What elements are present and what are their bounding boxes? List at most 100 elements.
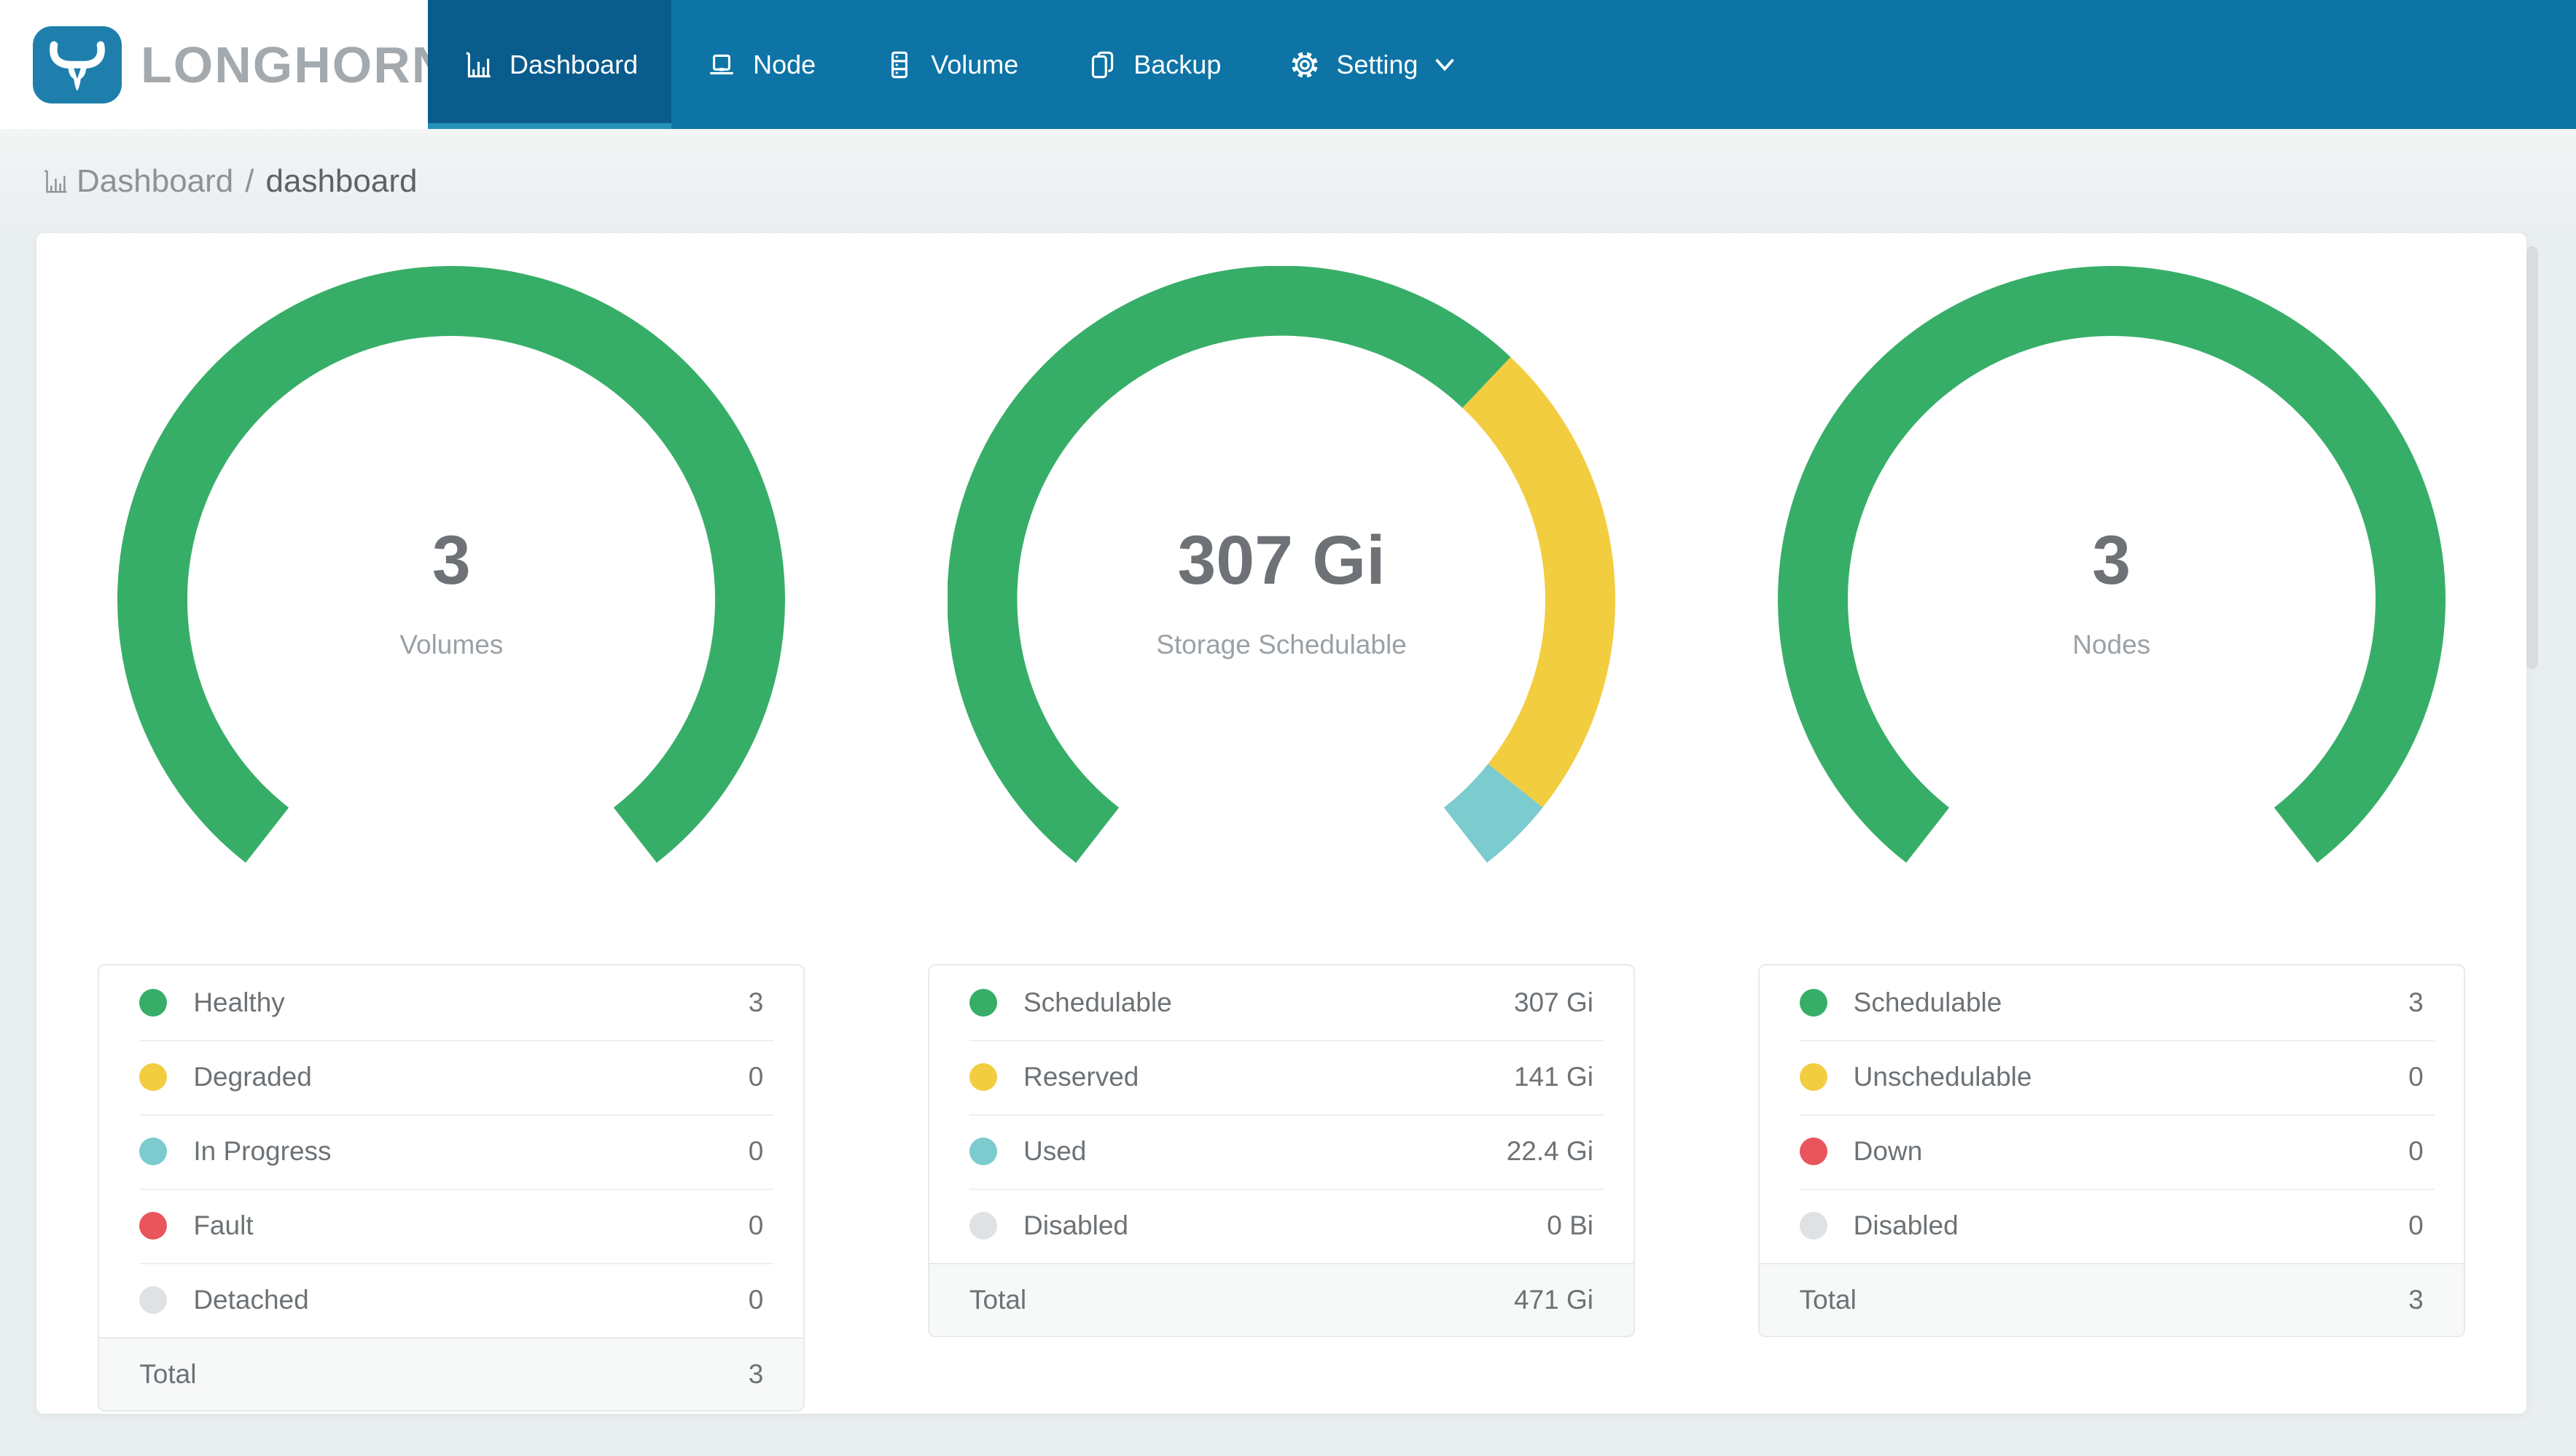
legend-row: Schedulable 307 Gi [929,966,1634,1040]
legend-row: Schedulable 3 [1760,966,2464,1040]
legend-label: Reserved [1023,1062,1139,1092]
chevron-down-icon [1435,58,1455,71]
legend-label: In Progress [193,1136,332,1166]
nav-item-dashboard[interactable]: Dashboard [428,0,672,129]
nav-item-setting[interactable]: Setting [1254,0,1489,129]
storage-schedulable-label: Storage Schedulable [1156,630,1407,659]
legend-label: Healthy [193,987,285,1017]
status-dot-icon [1799,989,1827,1017]
legend-row: Fault 0 [99,1189,803,1263]
status-dot-icon [969,1063,997,1091]
volumes-gauge-center: 3 Volumes [117,521,785,660]
breadcrumb-separator: / [245,163,254,199]
legend-label: Degraded [193,1062,312,1092]
total-value: 471 Gi [1513,1285,1593,1315]
dashboard-card: 3 Volumes Healthy 3 Degraded 0 In Progress 0 F… [36,233,2526,1414]
legend-label: Used [1023,1136,1087,1166]
legend-row: Disabled 0 Bi [929,1189,1634,1263]
legend-label: Schedulable [1023,987,1172,1017]
bull-icon [50,41,105,90]
legend-label: Disabled [1023,1210,1128,1240]
legend-row: Reserved 141 Gi [929,1040,1634,1114]
status-dot-icon [139,1138,168,1165]
legend-value: 0 Bi [1547,1210,1593,1240]
volumes-legend-table: Healthy 3 Degraded 0 In Progress 0 Fault 0 Detac… [98,964,805,1412]
breadcrumb-current: dashboard [265,163,418,199]
node-icon [710,54,733,74]
status-dot-icon [1799,1063,1827,1091]
legend-value: 307 Gi [1513,987,1593,1017]
nodes-label: Nodes [2072,630,2151,659]
volumes-label: Volumes [399,630,504,659]
legend-row: Down 0 [1760,1114,2464,1189]
nodes-panel: 3 Nodes Schedulable 3 Unschedulable 0 Down 0 D… [1696,266,2526,1414]
legend-row: Disabled 0 [1760,1189,2464,1263]
storage-schedulable-value: 307 Gi [1177,522,1386,599]
legend-label: Disabled [1853,1210,1959,1240]
legend-value: 3 [748,987,764,1017]
total-value: 3 [2408,1285,2424,1315]
status-dot-icon [139,1286,168,1314]
status-dot-icon [969,1212,997,1240]
nav-item-label: Volume [931,49,1019,79]
legend-value: 3 [2408,987,2424,1017]
total-value: 3 [748,1359,764,1389]
status-dot-icon [139,1212,168,1240]
legend-row: Healthy 3 [99,966,803,1040]
volumes-total-row: Total 3 [99,1337,804,1410]
nav-item-node[interactable]: Node [671,0,849,129]
volumes-gauge: 3 Volumes [117,266,786,885]
legend-row: Detached 0 [99,1263,803,1337]
legend-label: Detached [193,1285,309,1315]
legend-value: 0 [2408,1062,2424,1092]
storage-total-row: Total 471 Gi [929,1263,1634,1336]
gauge-segment [1443,763,1543,863]
legend-value: 141 Gi [1513,1062,1593,1092]
legend-value: 0 [748,1285,764,1315]
nav-item-label: Node [753,49,816,79]
nav-item-backup[interactable]: Backup [1052,0,1254,129]
breadcrumb: Dashboard / dashboard [0,129,2576,233]
legend-label: Down [1853,1136,1923,1166]
legend-value: 0 [2408,1210,2424,1240]
status-dot-icon [1799,1138,1827,1165]
storage-legend-table: Schedulable 307 Gi Reserved 141 Gi Used 22.4 … [928,964,1635,1337]
legend-value: 0 [748,1062,764,1092]
gear-icon [1292,51,1319,78]
total-label: Total [1799,1285,1857,1315]
nav-item-label: Backup [1133,49,1222,79]
nodes-gauge: 3 Nodes [1777,266,2446,885]
legend-row: Used 22.4 Gi [929,1114,1634,1189]
legend-value: 0 [2408,1136,2424,1166]
legend-value: 0 [748,1210,764,1240]
nodes-total-row: Total 3 [1759,1263,2464,1336]
status-dot-icon [969,989,997,1017]
main-nav: Dashboard Node Volume Backup Setting [428,0,2576,129]
legend-value: 22.4 Gi [1506,1136,1593,1166]
legend-value: 0 [748,1136,764,1166]
nav-item-label: Setting [1336,49,1418,79]
total-label: Total [969,1285,1027,1315]
nodes-legend-table: Schedulable 3 Unschedulable 0 Down 0 Disabled 0… [1757,964,2465,1337]
status-dot-icon [1799,1212,1827,1240]
brand-logo[interactable]: LONGHORN [0,0,448,129]
dashboard-icon [44,169,67,193]
backup-icon [1092,51,1114,78]
nav-item-label: Dashboard [510,49,639,79]
vertical-scrollbar-thumb[interactable] [2526,246,2538,669]
breadcrumb-root-link[interactable]: Dashboard [40,163,233,200]
storage-panel: 307 Gi Storage Schedulable Schedulable 30… [867,266,1697,1414]
nodes-count: 3 [2092,522,2131,599]
storage-gauge-center: 307 Gi Storage Schedulable [948,521,1615,660]
legend-row: Degraded 0 [99,1040,803,1114]
longhorn-logo-icon [33,26,122,103]
top-nav: LONGHORN Dashboard Node Volume Backup Se… [0,0,2576,129]
status-dot-icon [139,1063,168,1091]
legend-label: Unschedulable [1853,1062,2032,1092]
legend-label: Schedulable [1853,987,2002,1017]
volume-icon [891,51,908,78]
nav-item-volume[interactable]: Volume [849,0,1052,129]
storage-gauge: 307 Gi Storage Schedulable [948,266,1615,885]
nodes-gauge-center: 3 Nodes [1778,521,2446,660]
status-dot-icon [139,989,168,1017]
